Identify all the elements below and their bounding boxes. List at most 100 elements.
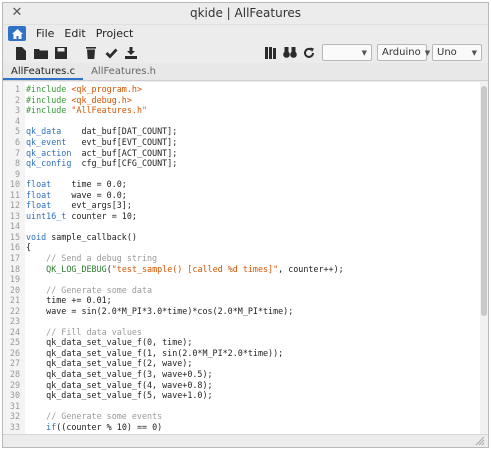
line-number: 16 [9, 242, 20, 253]
line-text: qk_data_set_value_f(3, wave+0.5); [26, 369, 213, 380]
code-line[interactable]: 18 QK_LOG_DEBUG("test_sample() [called %… [3, 263, 488, 274]
code-line[interactable]: 5 qk_data dat_buf[DAT_COUNT]; [3, 126, 488, 137]
line-number: 8 [14, 158, 20, 169]
verify-check-icon[interactable] [103, 45, 119, 61]
code-line[interactable]: 4 [3, 116, 488, 127]
line-text: QK_LOG_DEBUG("test_sample() [called %d t… [46, 263, 344, 274]
open-folder-icon[interactable] [33, 45, 49, 61]
code-line[interactable]: 13 uint16_t counter = 10; [3, 211, 488, 222]
code-line[interactable]: 23 [3, 316, 488, 327]
code-line[interactable]: 33 if((counter % 10) == 0) [3, 422, 488, 433]
scrollbar-thumb[interactable] [481, 86, 487, 316]
new-file-icon[interactable] [13, 45, 29, 61]
line-text: qk_data_set_value_f(1, sin(2.0*M_PI*2.0*… [26, 347, 284, 358]
file-tabs: AllFeatures.c AllFeatures.h [3, 63, 488, 81]
code-line[interactable]: 15 void sample_callback() [3, 232, 488, 243]
variant-select-value: Uno [437, 47, 457, 58]
line-text: #include <qk_program.h> [26, 84, 142, 95]
line-number: 11 [9, 189, 20, 200]
code-line[interactable]: 30 qk_data_set_value_f(5, wave+1.0); [3, 390, 488, 401]
line-number: 17 [9, 253, 20, 264]
line-number: 14 [9, 221, 20, 232]
code-line[interactable]: 8 qk_config cfg_buf[CFG_COUNT]; [3, 158, 488, 169]
port-select[interactable]: ▼ [322, 44, 372, 61]
line-number: 18 [9, 263, 20, 274]
line-number: 33 [9, 421, 20, 432]
line-text: void sample_callback() [26, 231, 137, 242]
line-number: 3 [14, 105, 20, 116]
home-icon[interactable] [8, 26, 26, 41]
code-line[interactable]: 19 [3, 274, 488, 285]
window-title: qkide | AllFeatures [189, 6, 302, 20]
line-number: 31 [9, 400, 20, 411]
line-text: qk_data_set_value_f(5, wave+1.0); [26, 390, 213, 401]
code-line[interactable]: 17 // Send a debug string [3, 253, 488, 264]
line-text: qk_data dat_buf[DAT_COUNT]; [26, 126, 178, 137]
line-text: // Send a debug string [26, 253, 158, 264]
delete-icon[interactable] [83, 45, 99, 61]
binoculars-icon[interactable] [282, 45, 298, 61]
line-number: 26 [9, 347, 20, 358]
code-line[interactable]: 3 #include "AllFeatures.h" [3, 105, 488, 116]
resize-grip-icon[interactable] [475, 436, 485, 446]
code-editor[interactable]: 1 #include <qk_program.h> 2 #include <qk_de… [3, 82, 488, 436]
line-text: qk_data_set_value_f(0, time); [26, 337, 193, 348]
code-line[interactable]: 2 #include <qk_debug.h> [3, 95, 488, 106]
code-line[interactable]: 16 { [3, 242, 488, 253]
line-number: 7 [14, 147, 20, 158]
vertical-scrollbar[interactable] [480, 82, 488, 436]
code-line[interactable]: 31 [3, 400, 488, 411]
line-text: // Fill data values [26, 326, 142, 337]
line-number: 13 [9, 210, 20, 221]
line-number: 1 [14, 84, 20, 95]
line-text: { [26, 242, 32, 253]
code-line[interactable]: 29 qk_data_set_value_f(4, wave+0.8); [3, 379, 488, 390]
tab-allfeatures-h[interactable]: AllFeatures.h [83, 66, 164, 80]
code-line[interactable]: 14 [3, 221, 488, 232]
code-line[interactable]: 28 qk_data_set_value_f(3, wave+0.5); [3, 369, 488, 380]
refresh-icon[interactable] [301, 45, 317, 61]
menu-edit[interactable]: Edit [64, 27, 85, 40]
line-number: 12 [9, 200, 20, 211]
line-number: 21 [9, 295, 20, 306]
line-text: qk_event evt_buf[EVT_COUNT]; [26, 137, 178, 147]
code-line[interactable]: 24 // Fill data values [3, 327, 488, 338]
line-text: wave = sin(2.0*M_PI*3.0*time)*cos(2.0*M_… [26, 305, 294, 316]
code-line[interactable]: 11 float wave = 0.0; [3, 189, 488, 200]
code-line[interactable]: 20 // Generate some data [3, 284, 488, 295]
code-area[interactable]: 1 #include <qk_program.h> 2 #include <qk_de… [3, 84, 488, 432]
line-text: #include "AllFeatures.h" [26, 105, 148, 116]
menu-project[interactable]: Project [96, 27, 134, 40]
tab-allfeatures-c[interactable]: AllFeatures.c [3, 66, 84, 80]
code-line[interactable]: 26 qk_data_set_value_f(1, sin(2.0*M_PI*2… [3, 348, 488, 359]
code-line[interactable]: 10 float time = 0.0; [3, 179, 488, 190]
line-number: 6 [14, 137, 20, 147]
line-number: 20 [9, 284, 20, 295]
code-line[interactable]: 9 [3, 168, 488, 179]
title-bar: ✕ qkide | AllFeatures [3, 3, 488, 25]
menu-file[interactable]: File [36, 27, 54, 40]
save-icon[interactable] [53, 45, 69, 61]
code-line[interactable]: 32 // Generate some events [3, 411, 488, 422]
code-line[interactable]: 21 time += 0.01; [3, 295, 488, 306]
code-line[interactable]: 12 float evt_args[3]; [3, 200, 488, 211]
line-number: 25 [9, 337, 20, 348]
line-text: qk_data_set_value_f(2, wave); [26, 358, 193, 369]
line-number: 28 [9, 369, 20, 380]
variant-select[interactable]: Uno ▼ [432, 44, 482, 61]
line-number: 4 [14, 115, 20, 126]
line-text: float wave = 0.0; [26, 189, 127, 200]
code-line[interactable]: 6 qk_event evt_buf[EVT_COUNT]; [3, 137, 488, 148]
line-text: qk_action act_buf[ACT_COUNT]; [26, 147, 178, 158]
code-line[interactable]: 22 wave = sin(2.0*M_PI*3.0*time)*cos(2.0… [3, 305, 488, 316]
upload-icon[interactable] [123, 45, 139, 61]
code-line[interactable]: 7 qk_action act_buf[ACT_COUNT]; [3, 147, 488, 158]
code-line[interactable]: 1 #include <qk_program.h> [3, 84, 488, 95]
line-number: 10 [9, 179, 20, 190]
line-number: 30 [9, 390, 20, 401]
board-select[interactable]: Arduino ▼ [377, 44, 430, 61]
library-icon[interactable] [263, 45, 279, 61]
code-line[interactable]: 27 qk_data_set_value_f(2, wave); [3, 358, 488, 369]
code-line[interactable]: 25 qk_data_set_value_f(0, time); [3, 337, 488, 348]
line-text: time += 0.01; [26, 295, 112, 306]
